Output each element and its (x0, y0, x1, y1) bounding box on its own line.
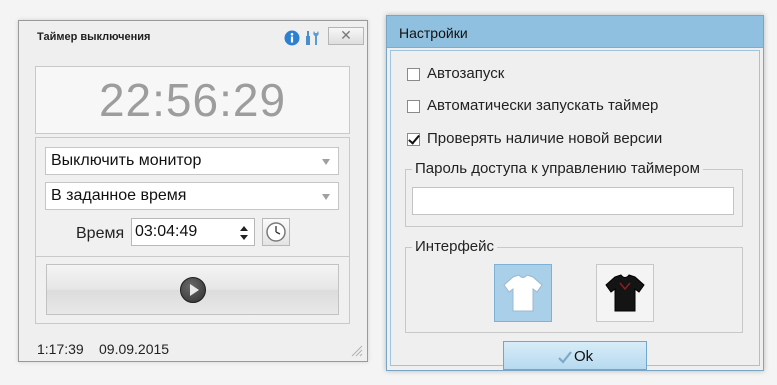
action-select[interactable]: Выключить монитор (45, 147, 339, 175)
white-shirt-icon (503, 274, 543, 312)
clock-picker-button[interactable] (262, 218, 290, 246)
black-shirt-icon (605, 274, 645, 312)
mode-select-value: В заданное время (51, 187, 187, 204)
autostart-label: Автозапуск (427, 65, 505, 82)
auto-start-timer-checkbox[interactable] (407, 100, 420, 113)
password-group: Пароль доступа к управлению таймером (405, 160, 743, 227)
tools-icon[interactable] (304, 30, 320, 46)
clock-display: 22:56:29 (35, 66, 350, 134)
elapsed-time: 1:17:39 (37, 341, 84, 357)
settings-body: Автозапуск Автоматически запускать тайме… (390, 50, 760, 370)
check-updates-checkbox[interactable] (407, 133, 420, 146)
clock-icon (266, 222, 286, 242)
action-select-value: Выключить монитор (51, 152, 202, 169)
checkmark-icon (558, 351, 572, 364)
timer-window: Таймер выключения ✕ 22:56:29 Выключить м… (18, 20, 368, 362)
timer-window-title: Таймер выключения (37, 31, 151, 43)
interface-group-legend: Интерфейс (412, 238, 498, 255)
ok-label: Ok (574, 348, 594, 365)
close-button[interactable]: ✕ (328, 27, 364, 45)
autostart-checkbox[interactable] (407, 68, 420, 81)
check-updates-label: Проверять наличие новой версии (427, 130, 663, 147)
dark-theme-button[interactable] (596, 264, 654, 322)
time-label: Время (76, 225, 125, 242)
resize-grip-icon[interactable] (349, 343, 363, 357)
auto-start-timer-label: Автоматически запускать таймер (427, 97, 659, 114)
interface-group: Интерфейс (405, 238, 743, 333)
divider (36, 256, 349, 257)
light-theme-button[interactable] (494, 264, 552, 322)
password-field[interactable] (412, 187, 734, 215)
time-field-value: 03:04:49 (135, 223, 198, 240)
settings-titlebar[interactable]: Настройки (387, 16, 763, 48)
controls-panel: Выключить монитор В заданное время Время… (35, 137, 350, 324)
start-button[interactable] (46, 264, 339, 315)
current-date: 09.09.2015 (99, 341, 170, 357)
settings-title: Настройки (399, 25, 468, 41)
ok-button[interactable]: Ok (503, 341, 647, 370)
settings-window: Настройки Автозапуск Автоматически запус… (386, 15, 764, 371)
spin-up-icon[interactable] (240, 226, 248, 231)
info-icon[interactable] (284, 30, 300, 46)
time-field[interactable]: 03:04:49 (131, 218, 255, 246)
spin-down-icon[interactable] (240, 235, 248, 240)
chevron-down-icon (322, 194, 330, 200)
chevron-down-icon (322, 159, 330, 165)
current-time: 22:56:29 (98, 74, 287, 126)
mode-select[interactable]: В заданное время (45, 182, 339, 210)
password-group-legend: Пароль доступа к управлению таймером (412, 160, 703, 177)
play-icon (180, 277, 206, 303)
